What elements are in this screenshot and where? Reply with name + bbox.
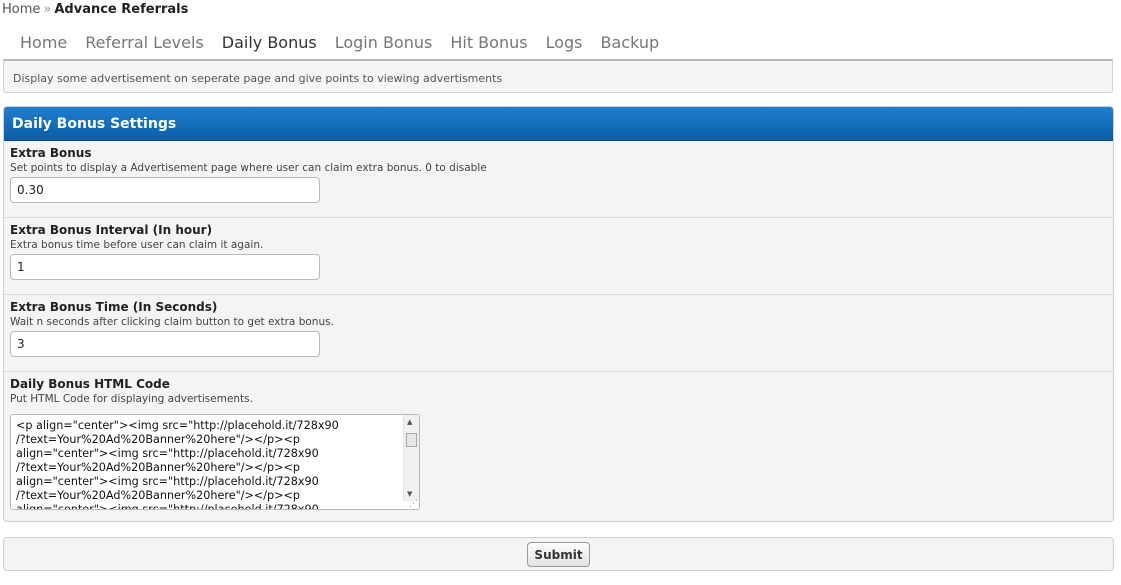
- extra-bonus-interval-input[interactable]: [10, 254, 320, 280]
- extra-bonus-time-label: Extra Bonus Time (In Seconds): [10, 300, 218, 314]
- extra-bonus-field: Extra Bonus Set points to display a Adve…: [4, 141, 1113, 218]
- tab-bar: Home Referral Levels Daily Bonus Login B…: [11, 29, 668, 64]
- scroll-thumb[interactable]: [406, 433, 417, 447]
- breadcrumb: Home» Advance Referrals: [2, 2, 188, 17]
- submit-bar: Submit: [3, 537, 1114, 571]
- panel-header: Daily Bonus Settings: [4, 107, 1113, 141]
- extra-bonus-time-help: Wait n seconds after clicking claim butt…: [10, 316, 334, 328]
- textarea-scrollbar[interactable]: ▲ ▼: [403, 415, 419, 501]
- submit-button[interactable]: Submit: [527, 542, 590, 567]
- resize-grip-icon[interactable]: ⋰: [409, 499, 418, 509]
- extra-bonus-interval-help: Extra bonus time before user can claim i…: [10, 239, 264, 251]
- extra-bonus-interval-label: Extra Bonus Interval (In hour): [10, 223, 213, 237]
- extra-bonus-input[interactable]: [10, 177, 320, 203]
- html-code-label: Daily Bonus HTML Code: [10, 377, 170, 391]
- scroll-up-arrow-icon[interactable]: ▲: [407, 418, 412, 426]
- scroll-down-arrow-icon[interactable]: ▼: [407, 490, 412, 498]
- tab-backup[interactable]: Backup: [591, 29, 668, 61]
- html-code-field: Daily Bonus HTML Code Put HTML Code for …: [4, 372, 1113, 521]
- html-code-help: Put HTML Code for displaying advertiseme…: [10, 393, 253, 405]
- tab-hit-bonus[interactable]: Hit Bonus: [441, 29, 536, 61]
- tab-login-bonus[interactable]: Login Bonus: [326, 29, 442, 61]
- extra-bonus-interval-field: Extra Bonus Interval (In hour) Extra bon…: [4, 218, 1113, 295]
- extra-bonus-time-input[interactable]: [10, 331, 320, 357]
- extra-bonus-help: Set points to display a Advertisement pa…: [10, 162, 487, 174]
- html-code-textarea[interactable]: <p align="center"><img src="http://place…: [10, 414, 420, 510]
- description-box: Display some advertisement on seperate p…: [3, 59, 1113, 93]
- breadcrumb-home-link[interactable]: Home: [2, 2, 40, 17]
- breadcrumb-current: Advance Referrals: [54, 2, 189, 17]
- extra-bonus-label: Extra Bonus: [10, 146, 92, 160]
- description-text: Display some advertisement on seperate p…: [13, 72, 503, 85]
- settings-panel: Daily Bonus Settings Extra Bonus Set poi…: [3, 106, 1114, 522]
- breadcrumb-separator: »: [43, 2, 52, 17]
- panel-title: Daily Bonus Settings: [12, 116, 177, 132]
- tab-home[interactable]: Home: [11, 29, 76, 61]
- extra-bonus-time-field: Extra Bonus Time (In Seconds) Wait n sec…: [4, 295, 1113, 372]
- tab-logs[interactable]: Logs: [537, 29, 592, 61]
- html-code-content: <p align="center"><img src="http://place…: [16, 419, 339, 510]
- tab-referral-levels[interactable]: Referral Levels: [76, 29, 213, 61]
